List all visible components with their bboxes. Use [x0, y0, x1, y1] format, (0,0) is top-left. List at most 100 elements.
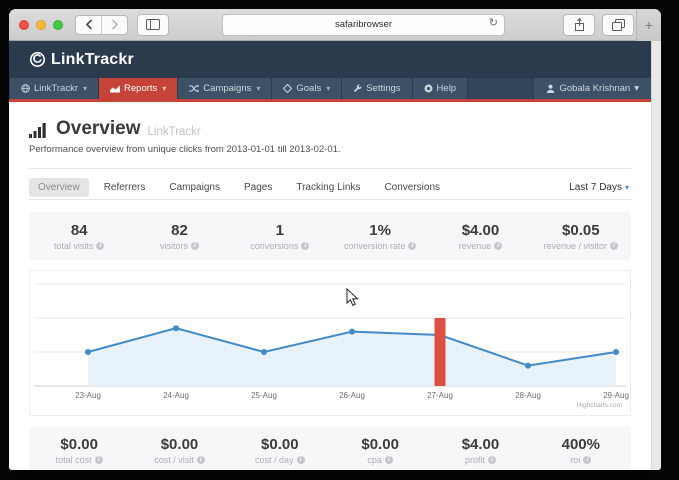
stat-value: 400% — [531, 436, 631, 453]
info-icon[interactable]: i — [197, 456, 205, 464]
stat-total-cost: $0.00total costi — [29, 436, 129, 465]
new-tab-button[interactable]: + — [636, 9, 661, 41]
nav-item-linktrackr[interactable]: LinkTrackr ▾ — [9, 78, 99, 99]
chevron-down-icon: ▾ — [634, 83, 639, 94]
page-title-suffix: LinkTrackr — [148, 126, 201, 140]
reload-icon[interactable]: ↻ — [489, 16, 498, 29]
stat-visitors: 82visitorsi — [129, 222, 229, 251]
sidebar-toggle-button[interactable] — [137, 14, 169, 36]
share-button[interactable] — [563, 14, 595, 36]
history-nav-group — [75, 15, 128, 35]
close-window-button[interactable] — [19, 20, 29, 30]
stat-value: 1 — [230, 222, 330, 239]
back-button[interactable] — [76, 16, 101, 34]
app-logo[interactable]: LinkTrackr — [29, 51, 134, 69]
stat-label: cost / day — [255, 455, 294, 465]
diamond-icon — [283, 84, 292, 93]
stat-label: roi — [570, 455, 580, 465]
info-icon[interactable]: i — [96, 242, 104, 250]
tab-campaigns[interactable]: Campaigns — [160, 178, 229, 197]
browser-toolbar: safaribrowser ↻ + — [9, 9, 661, 41]
nav-item-campaigns[interactable]: Campaigns ▾ — [178, 78, 272, 99]
nav-label: Goals — [296, 83, 321, 94]
info-icon[interactable]: i — [494, 242, 502, 250]
app-logo-text: LinkTrackr — [51, 51, 134, 69]
back-chevron-icon — [85, 19, 93, 30]
tab-tracking-links[interactable]: Tracking Links — [287, 178, 369, 197]
stat-value: $0.05 — [531, 222, 631, 239]
nav-label: Help — [437, 83, 457, 94]
zoom-window-button[interactable] — [53, 20, 63, 30]
nav-label: Settings — [366, 83, 400, 94]
info-icon[interactable]: i — [191, 242, 199, 250]
tab-overview[interactable]: Overview — [29, 178, 89, 197]
nav-item-reports[interactable]: Reports ▾ — [99, 78, 178, 99]
info-icon[interactable]: i — [583, 456, 591, 464]
linktrackr-logo-icon — [29, 51, 46, 68]
minimize-window-button[interactable] — [36, 20, 46, 30]
stat-value: $4.00 — [430, 222, 530, 239]
info-icon[interactable]: i — [610, 242, 618, 250]
info-icon[interactable]: i — [95, 456, 103, 464]
stats-row-top: 84total visitsi 82visitorsi 1 conversions… — [29, 212, 631, 260]
page-title: Overview — [56, 118, 141, 140]
forward-chevron-icon — [111, 19, 119, 30]
sidebar-icon — [146, 19, 160, 30]
scrollbar-track[interactable] — [651, 41, 661, 470]
info-icon[interactable]: i — [301, 242, 309, 250]
svg-text:23-Aug: 23-Aug — [75, 391, 101, 400]
info-icon[interactable]: i — [408, 242, 416, 250]
address-bar[interactable]: safaribrowser ↻ — [222, 14, 505, 36]
info-icon[interactable]: i — [488, 456, 496, 464]
tab-pages[interactable]: Pages — [235, 178, 281, 197]
nav-item-goals[interactable]: Goals ▾ — [272, 78, 342, 99]
area-chart-icon — [110, 84, 120, 93]
stat-label: conversions — [250, 241, 298, 251]
stat-value: 1% — [330, 222, 430, 239]
stat-conversions: 1 conversionsi — [230, 222, 330, 251]
info-icon[interactable]: i — [297, 456, 305, 464]
page-header: Overview LinkTrackr Performance overview… — [29, 118, 631, 169]
stat-value: $0.00 — [129, 436, 229, 453]
stat-cost-per-visit: $0.00cost / visiti — [129, 436, 229, 465]
stat-value: 84 — [29, 222, 129, 239]
stat-value: $0.00 — [330, 436, 430, 453]
stat-label: profit — [465, 455, 485, 465]
period-label: Last 7 Days — [569, 182, 622, 193]
stat-value: $0.00 — [29, 436, 129, 453]
globe-icon — [21, 84, 30, 93]
tabs-icon — [612, 19, 625, 31]
page-subtitle: Performance overview from unique clicks … — [29, 144, 631, 156]
stat-label: visitors — [160, 241, 188, 251]
stat-revenue-per-visitor: $0.05revenue / visitori — [531, 222, 631, 251]
shuffle-icon — [189, 84, 199, 93]
stat-conversion-rate: 1%conversion ratei — [330, 222, 430, 251]
visits-chart: 23-Aug24-Aug25-Aug26-Aug27-Aug28-Aug29-A… — [29, 270, 631, 416]
nav-item-help[interactable]: Help — [413, 78, 469, 99]
svg-text:29-Aug: 29-Aug — [603, 391, 629, 400]
stat-roi: 400% roii — [531, 436, 631, 465]
stat-label: revenue — [459, 241, 492, 251]
nav-label: Campaigns — [203, 83, 251, 94]
app-header: LinkTrackr — [9, 41, 651, 78]
nav-item-settings[interactable]: Settings — [342, 78, 412, 99]
report-tabs: Overview Referrers Campaigns Pages Track… — [29, 175, 631, 200]
info-icon[interactable]: i — [385, 456, 393, 464]
show-tabs-button[interactable] — [602, 14, 634, 36]
stat-cost-per-day: $0.00cost / dayi — [230, 436, 330, 465]
browser-window: safaribrowser ↻ + LinkTrackr Link — [9, 9, 661, 470]
user-name: Gobala Krishnan — [559, 83, 630, 94]
user-menu[interactable]: Gobala Krishnan ▾ — [533, 78, 651, 99]
forward-button[interactable] — [101, 16, 127, 34]
tab-referrers[interactable]: Referrers — [95, 178, 155, 197]
stat-revenue: $4.00 revenuei — [430, 222, 530, 251]
tab-conversions[interactable]: Conversions — [375, 178, 449, 197]
stat-label: cpa — [367, 455, 382, 465]
stat-total-visits: 84total visitsi — [29, 222, 129, 251]
chevron-down-icon: ▾ — [83, 85, 87, 93]
window-controls — [19, 20, 63, 30]
period-selector[interactable]: Last 7 Days ▾ — [569, 182, 631, 193]
wrench-icon — [353, 84, 362, 93]
app-nav: LinkTrackr ▾ Reports ▾ Campaigns ▾ Goals… — [9, 78, 651, 102]
nav-label: Reports — [124, 83, 157, 94]
